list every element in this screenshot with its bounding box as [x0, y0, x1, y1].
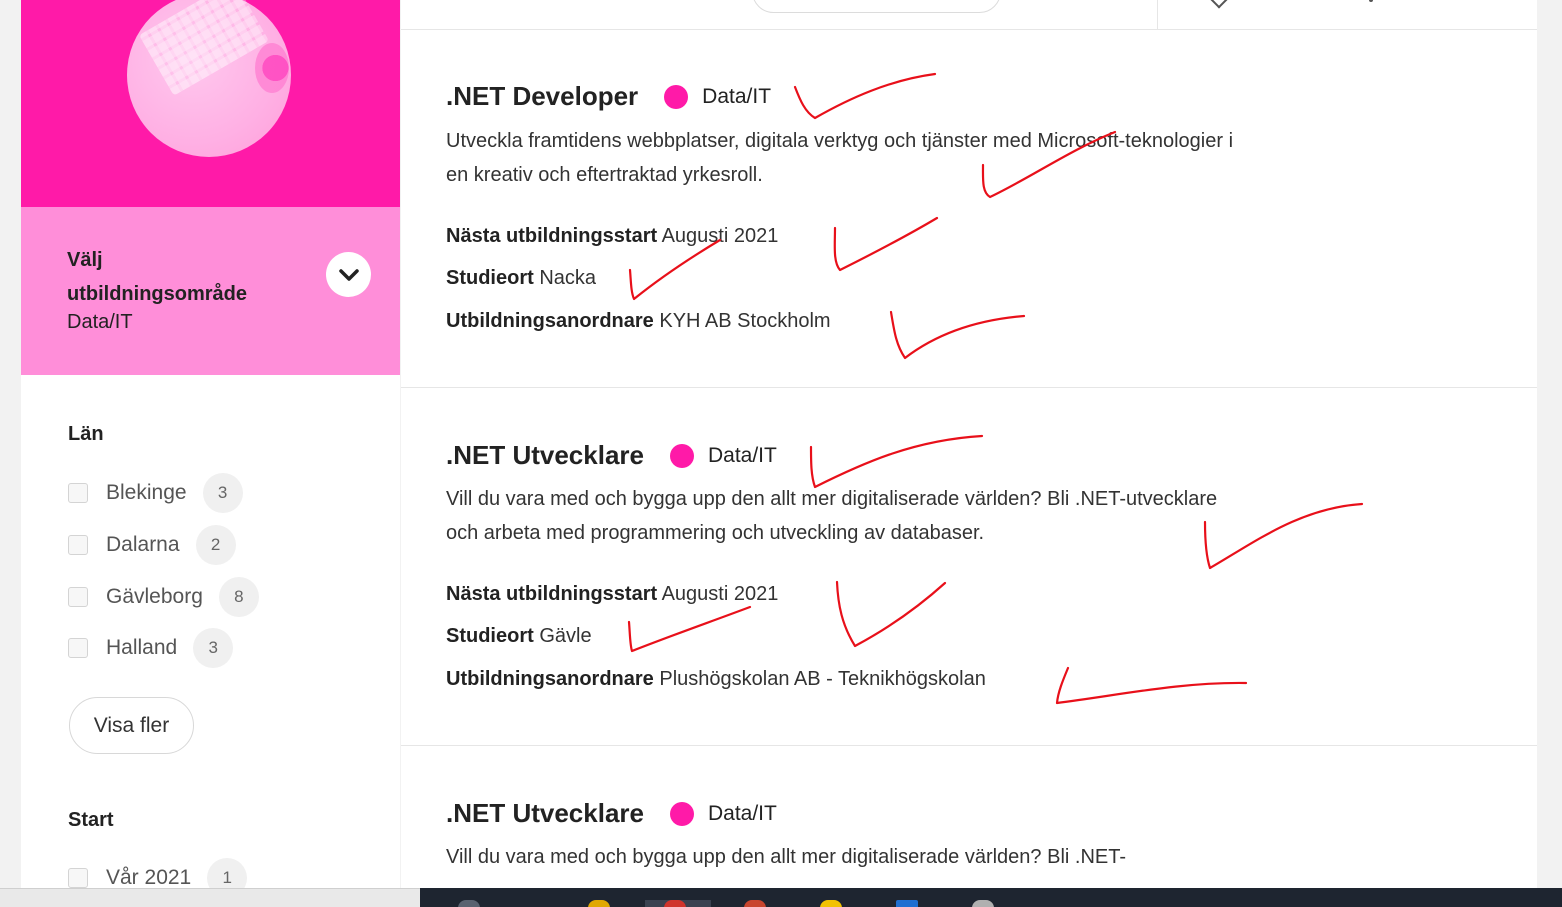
keyboard-graphic: [138, 0, 270, 96]
count-badge: 2: [195, 525, 236, 565]
filter-title-start: Start: [68, 809, 114, 831]
category-dot-icon: [669, 801, 694, 826]
page: Välj utbildningsområde Data/IT Län Bleki…: [0, 0, 1562, 907]
meta-label: Studieort: [446, 625, 534, 647]
meta-value: Gävle: [539, 625, 592, 647]
course-location: Studieort Gävle: [446, 625, 592, 648]
meta-value: Nacka: [539, 267, 597, 289]
checkbox[interactable]: [68, 535, 88, 555]
folder-icon[interactable]: [588, 900, 610, 907]
course-card[interactable]: .NET Developer Data/IT Utveckla framtide…: [401, 29, 1537, 388]
filter-item-dalarna[interactable]: Dalarna 2: [68, 525, 236, 565]
app-icon[interactable]: [820, 900, 842, 907]
toolbar: [401, 0, 1537, 30]
course-description: Vill du vara med och bygga upp den allt …: [446, 488, 1218, 544]
course-description: Vill du vara med och bygga upp den allt …: [446, 846, 1126, 868]
count-badge: 3: [202, 473, 243, 513]
course-start: Nästa utbildningsstart Augusti 2021: [446, 225, 778, 248]
filter-item-label: Dalarna: [106, 533, 180, 556]
filter-item-label: Gävleborg: [106, 585, 203, 608]
meta-value: Plushögskolan AB - Teknikhögskolan: [659, 668, 986, 690]
course-category: Data/IT: [707, 443, 777, 467]
course-card[interactable]: .NET Utvecklare Data/IT Vill du vara med…: [401, 746, 1537, 907]
meta-label: Utbildningsanordnare: [446, 668, 654, 690]
filter-item-blekinge[interactable]: Blekinge 3: [68, 473, 243, 513]
checkbox[interactable]: [68, 638, 88, 658]
course-title-row: .NET Developer Data/IT: [446, 81, 771, 112]
sort-pill[interactable]: [752, 0, 1001, 13]
filter-item-label: Vår 2021: [106, 866, 192, 889]
course-location: Studieort Nacka: [446, 267, 596, 290]
area-selector-label: Välj utbildningsområde: [67, 249, 247, 305]
meta-label: Nästa utbildningsstart: [446, 583, 658, 605]
search-icon[interactable]: [458, 900, 480, 907]
meta-value: Augusti 2021: [661, 583, 779, 605]
checkbox[interactable]: [68, 587, 88, 607]
filter-item-gavleborg[interactable]: Gävleborg 8: [68, 577, 259, 617]
show-more-button[interactable]: Visa fler: [69, 697, 194, 754]
course-category: Data/IT: [702, 84, 772, 108]
chevron-down-icon[interactable]: [1210, 0, 1228, 9]
course-title[interactable]: .NET Utvecklare: [446, 440, 644, 471]
course-title-row: .NET Utvecklare Data/IT: [446, 440, 777, 471]
course-provider: Utbildningsanordnare KYH AB Stockholm: [446, 310, 831, 333]
browser-icon[interactable]: [664, 900, 686, 907]
course-title-row: .NET Utvecklare Data/IT: [446, 798, 777, 829]
app-icon[interactable]: [744, 900, 766, 907]
course-title[interactable]: .NET Developer: [446, 81, 638, 112]
meta-label: Nästa utbildningsstart: [446, 225, 658, 247]
course-start: Nästa utbildningsstart Augusti 2021: [446, 583, 778, 606]
meta-value: Augusti 2021: [661, 225, 779, 247]
toolbar-divider: [1157, 0, 1158, 29]
filter-title-lan: Län: [68, 423, 104, 445]
meta-label: Utbildningsanordnare: [446, 310, 654, 332]
app-icon[interactable]: [972, 900, 994, 907]
taskbar-left: [0, 888, 420, 907]
course-category: Data/IT: [707, 801, 777, 825]
course-provider: Utbildningsanordnare Plushögskolan AB - …: [446, 668, 986, 691]
sidebar: Välj utbildningsområde Data/IT Län Bleki…: [21, 0, 400, 907]
toolbar-text-fragment: [1369, 0, 1373, 2]
course-list: .NET Developer Data/IT Utveckla framtide…: [401, 0, 1537, 907]
area-selector[interactable]: Välj utbildningsområde Data/IT: [21, 207, 400, 375]
checkbox[interactable]: [68, 868, 88, 888]
filter-item-halland[interactable]: Halland 3: [68, 628, 234, 668]
count-badge: 3: [193, 628, 234, 668]
coffee-cup-graphic: [255, 43, 289, 93]
meta-value: KYH AB Stockholm: [659, 310, 831, 332]
category-dot-icon: [664, 84, 689, 109]
filter-item-label: Halland: [106, 636, 178, 659]
scrollbar[interactable]: [1537, 0, 1562, 907]
course-card[interactable]: .NET Utvecklare Data/IT Vill du vara med…: [401, 388, 1537, 746]
category-dot-icon: [669, 443, 694, 468]
sidebar-hero-image: [21, 0, 400, 207]
meta-label: Studieort: [446, 267, 534, 289]
app-icon[interactable]: [896, 900, 918, 907]
checkbox[interactable]: [68, 483, 88, 503]
area-selector-value: Data/IT: [67, 311, 133, 333]
course-description: Utveckla framtidens webbplatser, digital…: [446, 130, 1234, 186]
chevron-down-icon: [338, 268, 359, 281]
filter-item-label: Blekinge: [106, 481, 187, 504]
hero-photo-circle: [127, 0, 291, 157]
count-badge: 8: [218, 577, 259, 617]
course-title[interactable]: .NET Utvecklare: [446, 798, 644, 829]
area-toggle-button[interactable]: [326, 252, 371, 297]
